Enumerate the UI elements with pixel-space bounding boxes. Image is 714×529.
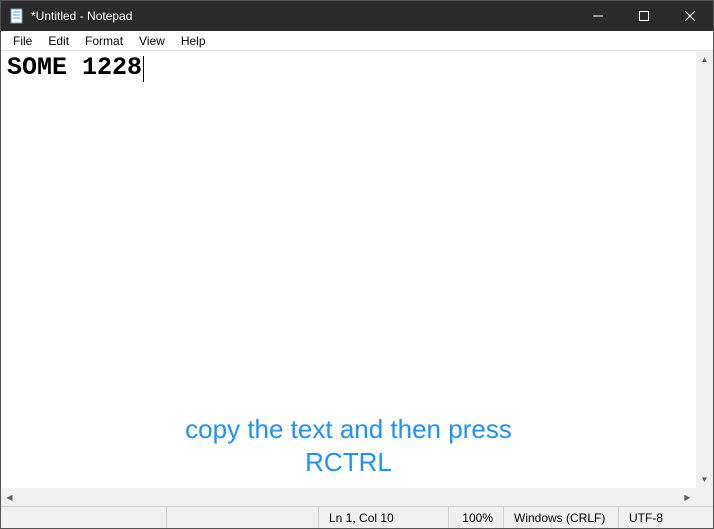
status-position: Ln 1, Col 10 (318, 507, 448, 528)
close-button[interactable] (667, 1, 713, 31)
statusbar: Ln 1, Col 10 100% Windows (CRLF) UTF-8 (1, 506, 713, 528)
window-title: *Untitled - Notepad (31, 9, 575, 23)
instruction-line-1: copy the text and then press (1, 413, 696, 446)
vertical-scrollbar[interactable]: ▲ ▼ (696, 51, 713, 488)
editor-content[interactable]: SOME 1228 (1, 51, 713, 84)
text-cursor (143, 56, 144, 82)
editor-text[interactable]: SOME 1228 (7, 53, 142, 82)
horizontal-scrollbar[interactable]: ◀ ▶ (1, 488, 713, 506)
menu-file[interactable]: File (5, 32, 40, 50)
menu-help[interactable]: Help (173, 32, 214, 50)
instruction-overlay: copy the text and then press RCTRL (1, 413, 696, 478)
status-spacer-left (1, 507, 166, 528)
scroll-left-arrow-icon[interactable]: ◀ (1, 489, 18, 506)
menu-format[interactable]: Format (77, 32, 131, 50)
window-controls (575, 1, 713, 31)
minimize-button[interactable] (575, 1, 621, 31)
status-encoding: UTF-8 (618, 507, 713, 528)
editor-area[interactable]: SOME 1228 copy the text and then press R… (1, 51, 713, 488)
titlebar[interactable]: *Untitled - Notepad (1, 1, 713, 31)
status-zoom: 100% (448, 507, 503, 528)
status-spacer (166, 507, 318, 528)
scroll-right-arrow-icon[interactable]: ▶ (679, 489, 696, 506)
scroll-down-arrow-icon[interactable]: ▼ (696, 471, 713, 488)
menu-edit[interactable]: Edit (40, 32, 77, 50)
notepad-icon (9, 8, 25, 24)
status-line-ending: Windows (CRLF) (503, 507, 618, 528)
scrollbar-corner (696, 489, 713, 506)
menubar: File Edit Format View Help (1, 31, 713, 51)
instruction-line-2: RCTRL (1, 446, 696, 479)
scroll-up-arrow-icon[interactable]: ▲ (696, 51, 713, 68)
menu-view[interactable]: View (131, 32, 173, 50)
maximize-button[interactable] (621, 1, 667, 31)
